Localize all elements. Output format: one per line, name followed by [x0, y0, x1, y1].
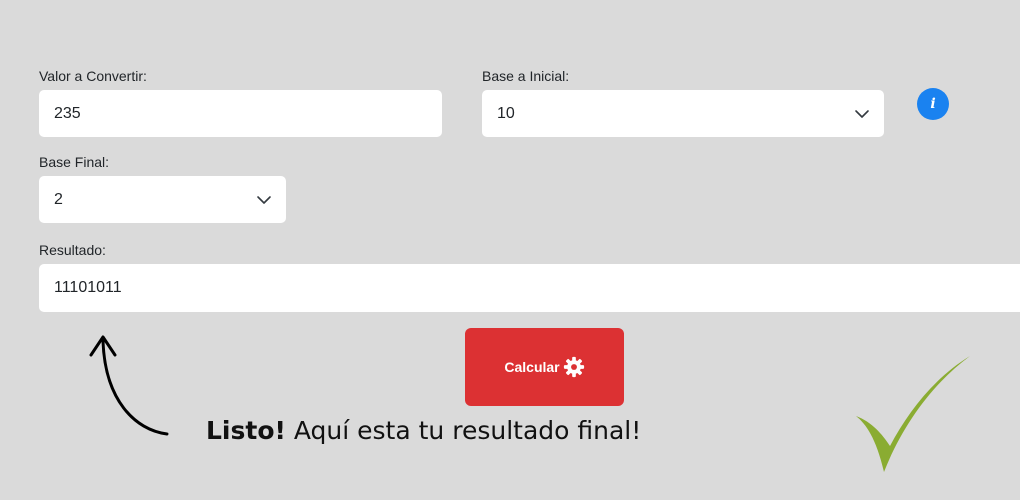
base-final-select[interactable]: 2: [39, 176, 286, 223]
calcular-button[interactable]: Calcular: [465, 328, 624, 406]
base-inicial-label: Base a Inicial:: [482, 68, 570, 84]
base-inicial-select[interactable]: 10: [482, 90, 884, 137]
chevron-down-icon: [855, 109, 869, 118]
valor-input[interactable]: 235: [39, 90, 442, 137]
resultado-label: Resultado:: [39, 242, 106, 258]
annotation-bold: Listo!: [206, 416, 286, 445]
checkmark-icon: [856, 356, 970, 472]
resultado-output[interactable]: 11101011: [39, 264, 1020, 312]
valor-input-value: 235: [54, 104, 81, 122]
base-final-label: Base Final:: [39, 154, 110, 170]
info-icon-glyph: i: [930, 96, 936, 112]
gear-icon: [563, 356, 584, 378]
curved-arrow-icon: [89, 335, 169, 436]
calcular-button-label: Calcular: [504, 359, 560, 375]
annotation-text: Aquí esta tu resultado final!: [293, 416, 642, 445]
valor-label: Valor a Convertir:: [39, 68, 147, 84]
base-final-value: 2: [54, 190, 63, 208]
info-icon[interactable]: i: [917, 88, 949, 120]
chevron-down-icon: [257, 195, 271, 204]
resultado-value: 11101011: [54, 279, 122, 296]
base-inicial-value: 10: [497, 104, 515, 122]
annotation-message: Listo! Aquí esta tu resultado final!: [206, 416, 641, 445]
